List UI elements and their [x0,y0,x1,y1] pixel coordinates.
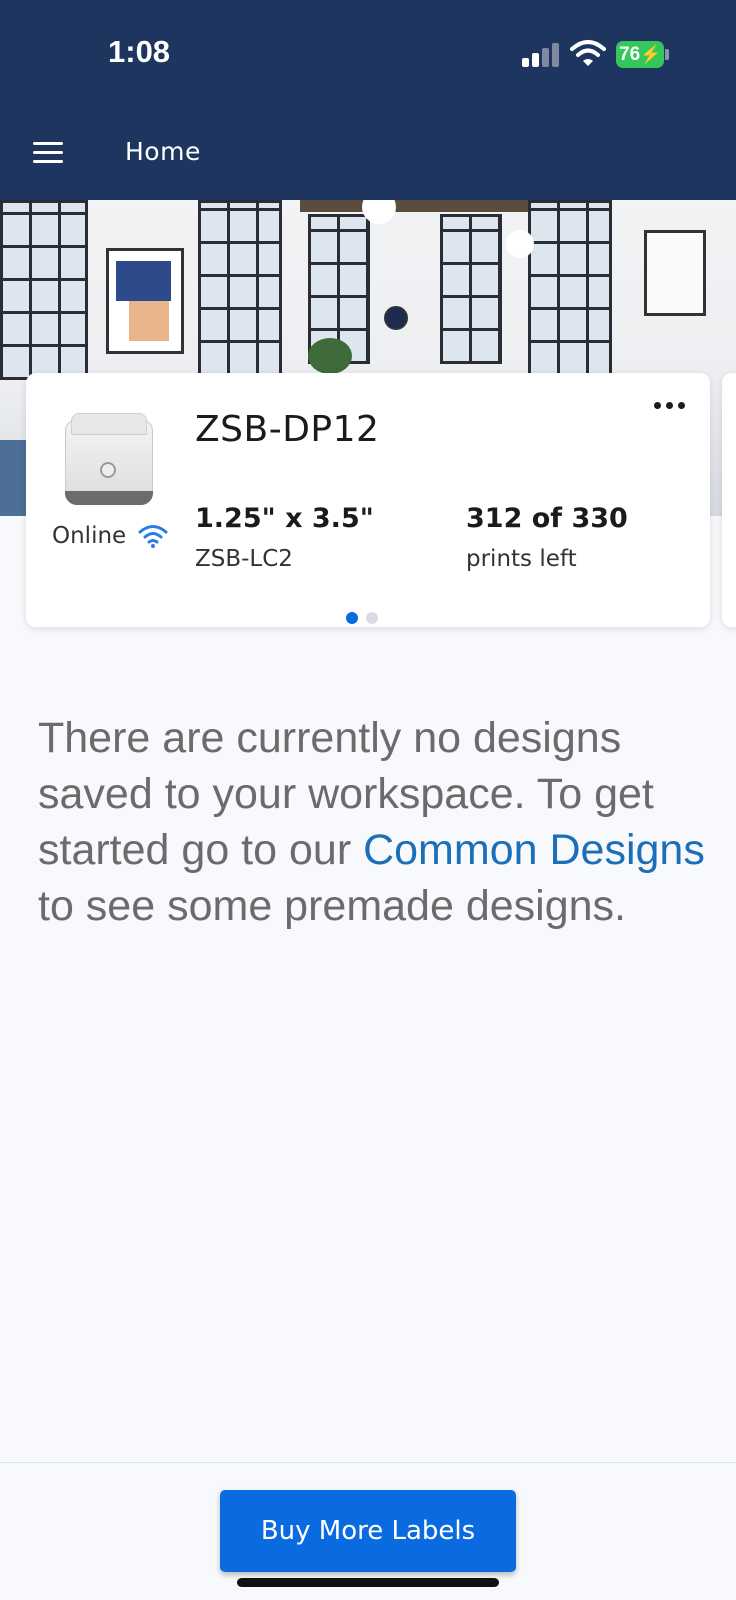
printer-image [65,413,153,505]
buy-more-labels-button[interactable]: Buy More Labels [220,1490,516,1572]
printer-status: Online [52,523,127,549]
battery-tip [665,49,669,60]
page-title: Home [125,137,201,166]
menu-button[interactable] [30,138,66,168]
carousel-pager [346,612,386,626]
pager-dot[interactable] [366,612,378,624]
top-app-bar: 1:08 76⚡ Home [0,0,736,200]
wifi-icon [138,525,168,548]
prints-remaining-count: 312 of 330 [466,503,628,534]
printer-name: ZSB-DP12 [195,409,380,450]
footer-divider [0,1462,736,1463]
charging-icon: ⚡ [640,45,662,64]
wifi-status-icon [570,40,606,66]
next-printer-card[interactable] [722,373,736,627]
pager-dot-active[interactable] [346,612,358,624]
more-options-button[interactable] [652,395,688,415]
empty-state-text-end: to see some premade designs. [38,882,626,930]
common-designs-link[interactable]: Common Designs [363,826,705,874]
cellular-signal-icon [522,43,560,67]
empty-state-message: There are currently no designs saved to … [38,710,718,934]
battery-level: 76 [619,44,641,65]
label-model: ZSB-LC2 [195,546,293,572]
home-indicator [237,1578,499,1587]
prints-remaining-caption: prints left [466,546,577,572]
label-size: 1.25" x 3.5" [195,503,374,534]
status-time: 1:08 [108,34,171,69]
printer-card[interactable]: Online ZSB-DP12 1.25" x 3.5" ZSB-LC2 312… [26,373,710,627]
battery-indicator: 76⚡ [616,41,664,68]
